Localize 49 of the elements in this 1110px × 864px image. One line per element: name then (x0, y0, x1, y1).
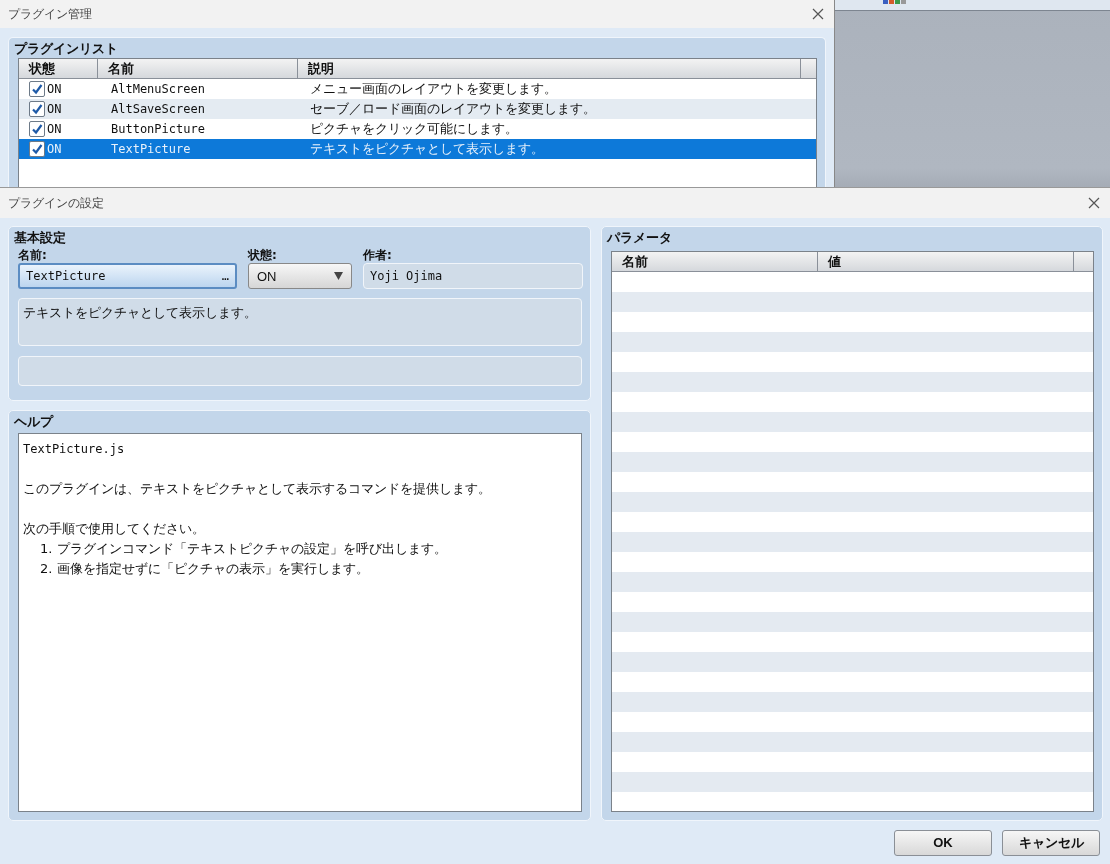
status-text: ON (47, 122, 62, 136)
column-header[interactable]: 状態 (19, 59, 98, 79)
plugin-description: ピクチャをクリック可能にします。 (309, 120, 519, 138)
panel-title: プラグインリスト (14, 40, 119, 58)
close-icon[interactable] (1088, 197, 1100, 209)
status-text: ON (47, 142, 62, 156)
plugin-name: AltMenuScreen (110, 82, 206, 96)
status-dropdown[interactable]: ON (248, 263, 352, 289)
close-icon[interactable] (812, 8, 824, 20)
window-title: プラグイン管理 (8, 5, 92, 23)
window-title: プラグインの設定 (8, 194, 104, 212)
checkbox[interactable] (29, 121, 45, 137)
help-line: 次の手順で使用してください。 (23, 520, 206, 538)
field-label: 状態: (248, 247, 278, 263)
panel-title: パラメータ (607, 229, 673, 247)
panel-title: 基本設定 (14, 229, 67, 247)
plugin-description: メニュー画面のレイアウトを変更します。 (309, 80, 558, 98)
help-line: TextPicture.js (23, 441, 126, 458)
help-line: 2. 画像を指定せずに「ピクチャの表示」を実行します。 (39, 560, 370, 578)
field-label: 名前: (18, 247, 48, 263)
status-text: ON (47, 82, 62, 96)
column-header[interactable]: 説明 (298, 59, 801, 79)
cancel-button[interactable]: キャンセル (1002, 829, 1100, 856)
checkbox[interactable] (29, 141, 45, 157)
header-filler (1074, 252, 1093, 272)
plugin-description: セーブ／ロード画面のレイアウトを変更します。 (309, 100, 597, 118)
name-field[interactable]: TextPicture … (18, 263, 237, 289)
column-header[interactable]: 値 (818, 252, 1074, 272)
ok-button[interactable]: OK (894, 829, 992, 856)
plugin-row[interactable]: ON AltSaveScreen セーブ／ロード画面のレイアウトを変更します。 (19, 99, 816, 119)
author-field: Yoji Ojima (363, 263, 583, 289)
status-text: ON (47, 102, 62, 116)
field-label: 作者: (363, 247, 393, 263)
checkbox[interactable] (29, 101, 45, 117)
panel-title: ヘルプ (14, 413, 55, 431)
plugin-name: AltSaveScreen (110, 102, 206, 116)
plugin-description: テキストをピクチャとして表示します。 (309, 140, 545, 158)
plugin-name: TextPicture (110, 142, 192, 156)
column-header[interactable]: 名前 (98, 59, 298, 79)
description-field: テキストをピクチャとして表示します。 (18, 298, 582, 346)
help-line: 1. プラグインコマンド「テキストピクチャの設定」を呼び出します。 (39, 540, 448, 558)
help-line: このプラグインは、テキストをピクチャとして表示するコマンドを提供します。 (23, 480, 492, 498)
column-header[interactable]: 名前 (612, 252, 818, 272)
checkbox[interactable] (29, 81, 45, 97)
color-bars-icon (883, 0, 907, 4)
caret-icon (334, 272, 343, 280)
plugin-name: ButtonPicture (110, 122, 206, 136)
plugin-row[interactable]: ON TextPicture テキストをピクチャとして表示します。 (19, 139, 816, 159)
header-filler (801, 59, 816, 79)
